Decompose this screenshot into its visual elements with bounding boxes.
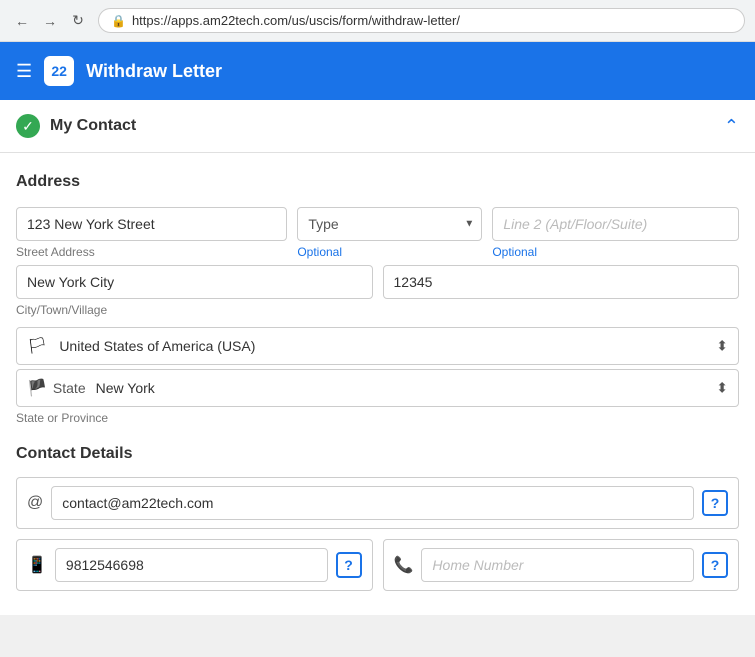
mobile-input[interactable] xyxy=(55,548,328,582)
contact-section: Contact Details @ ? 📱 ? 📞 ? xyxy=(16,445,739,591)
app-logo: 22 xyxy=(44,56,74,86)
state-label-inline: State xyxy=(53,380,86,396)
reload-button[interactable]: ↻ xyxy=(66,9,90,33)
street-address-label: Street Address xyxy=(16,245,287,259)
zip-group xyxy=(383,265,740,317)
forward-button[interactable]: → xyxy=(38,9,62,33)
lock-icon: 🔒 xyxy=(111,14,126,28)
contact-heading: Contact Details xyxy=(16,445,739,463)
mobile-help-button[interactable]: ? xyxy=(336,552,362,578)
country-row: 🏳 United States of America (USA) xyxy=(16,327,739,365)
line2-input[interactable] xyxy=(492,207,739,241)
state-select[interactable]: New York xyxy=(90,370,728,406)
app-header: ☰ 22 Withdraw Letter xyxy=(0,42,755,100)
country-select[interactable]: United States of America (USA) xyxy=(53,328,728,364)
section-header-left: ✓ My Contact xyxy=(16,114,136,138)
phone-row: 📱 ? 📞 ? xyxy=(16,539,739,591)
home-help-button[interactable]: ? xyxy=(702,552,728,578)
nav-buttons: ← → ↻ xyxy=(10,9,90,33)
browser-chrome: ← → ↻ 🔒 https://apps.am22tech.com/us/usc… xyxy=(0,0,755,42)
country-select-wrapper: 🏳 United States of America (USA) xyxy=(16,327,739,365)
main-content: Address Street Address Type Optional xyxy=(0,153,755,615)
state-sublabel: State or Province xyxy=(16,411,739,425)
state-row: 🏴 State New York State or Province xyxy=(16,369,739,425)
city-label: City/Town/Village xyxy=(16,303,373,317)
state-flag-icon: 🏴 xyxy=(27,378,47,398)
email-icon: @ xyxy=(27,494,43,512)
street-address-input[interactable] xyxy=(16,207,287,241)
mobile-icon: 📱 xyxy=(27,555,47,575)
mobile-group: 📱 ? xyxy=(16,539,373,591)
city-zip-row: City/Town/Village xyxy=(16,265,739,317)
type-optional-label: Optional xyxy=(297,245,482,259)
city-input[interactable] xyxy=(16,265,373,299)
state-select-wrapper: 🏴 State New York xyxy=(16,369,739,407)
email-row: @ ? xyxy=(16,477,739,529)
app-title: Withdraw Letter xyxy=(86,61,222,82)
type-group: Type Optional xyxy=(297,207,482,259)
zip-input[interactable] xyxy=(383,265,740,299)
type-select-wrapper: Type xyxy=(297,207,482,241)
type-select[interactable]: Type xyxy=(297,207,482,241)
my-contact-title: My Contact xyxy=(50,117,136,135)
address-bar[interactable]: 🔒 https://apps.am22tech.com/us/uscis/for… xyxy=(98,8,745,33)
hamburger-icon[interactable]: ☰ xyxy=(16,61,32,82)
home-phone-icon: 📞 xyxy=(394,555,414,575)
back-button[interactable]: ← xyxy=(10,9,34,33)
url-text: https://apps.am22tech.com/us/uscis/form/… xyxy=(132,13,460,28)
email-input[interactable] xyxy=(51,486,694,520)
country-flag-icon: 🏳 xyxy=(27,336,47,356)
check-circle-icon: ✓ xyxy=(16,114,40,138)
home-number-group: 📞 ? xyxy=(383,539,740,591)
city-group: City/Town/Village xyxy=(16,265,373,317)
street-address-group: Street Address xyxy=(16,207,287,259)
collapse-chevron-icon[interactable]: ⌃ xyxy=(724,116,739,137)
address-section: Address Street Address Type Optional xyxy=(16,173,739,425)
line2-optional-label: Optional xyxy=(492,245,739,259)
address-heading: Address xyxy=(16,173,739,191)
my-contact-section-header: ✓ My Contact ⌃ xyxy=(0,100,755,153)
line2-group: Optional xyxy=(492,207,739,259)
home-number-input[interactable] xyxy=(421,548,694,582)
email-help-button[interactable]: ? xyxy=(702,490,728,516)
address-row-1: Street Address Type Optional Optional xyxy=(16,207,739,259)
